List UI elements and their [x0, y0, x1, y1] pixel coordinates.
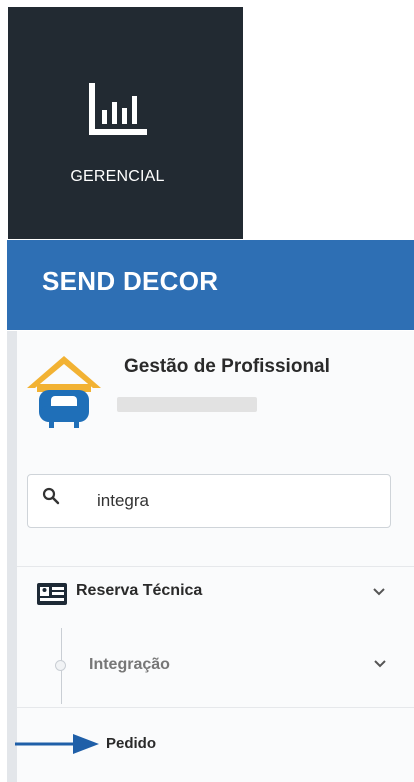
id-card-icon	[36, 582, 68, 611]
menu-item-integracao[interactable]	[17, 640, 414, 692]
home-sofa-icon	[23, 350, 105, 435]
divider	[17, 566, 414, 567]
chevron-down-icon[interactable]	[373, 656, 387, 674]
profile-name: Gestão de Profissional	[124, 356, 330, 377]
search-input[interactable]	[97, 486, 367, 516]
chevron-down-icon[interactable]	[372, 584, 386, 602]
bar-chart-icon	[88, 82, 148, 147]
divider	[17, 707, 414, 708]
profile-subtitle-redacted	[117, 397, 257, 412]
menu-item-label: Integração	[89, 656, 170, 673]
menu-item-pedido[interactable]: Pedido	[106, 735, 156, 752]
tile-label: GERENCIAL	[70, 168, 165, 185]
menu-item-label: Reserva Técnica	[76, 582, 203, 599]
arrow-right-icon	[15, 732, 101, 761]
left-strip	[7, 331, 17, 782]
search-icon	[42, 487, 60, 510]
brand-title: SEND DECOR	[42, 266, 219, 296]
